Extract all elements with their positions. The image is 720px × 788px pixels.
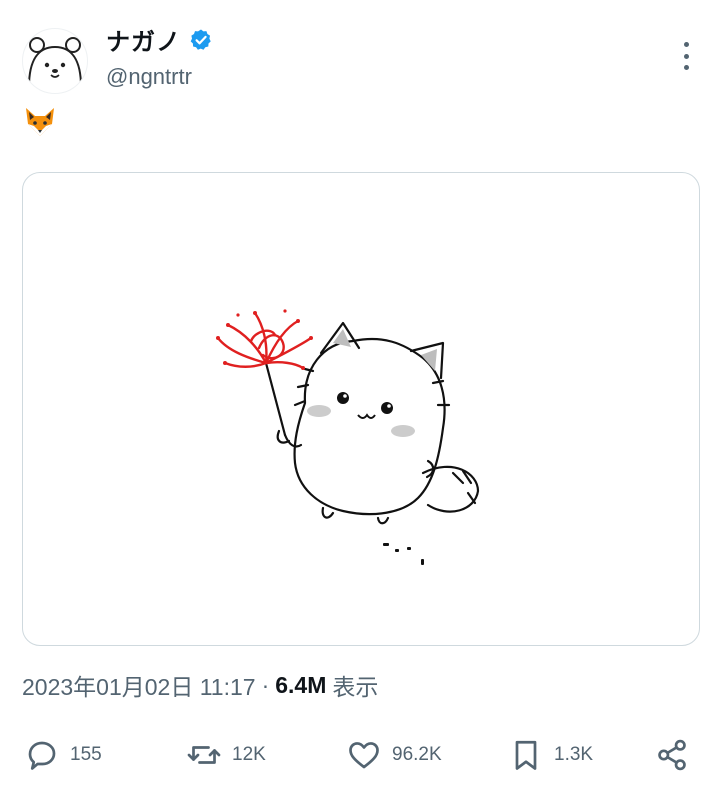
fox-holding-flower-illustration-icon [216, 309, 480, 565]
reply-button[interactable]: 155 [24, 732, 102, 778]
bookmark-button[interactable]: 1.3K [508, 732, 593, 778]
heart-icon [349, 742, 379, 769]
more-options-icon[interactable] [674, 42, 698, 70]
share-icon [658, 739, 686, 771]
author-display-name[interactable]: ナガノ [106, 22, 181, 57]
author-name-row: ナガノ [106, 22, 213, 57]
bookmark-icon [515, 740, 537, 770]
like-count: 96.2K [392, 744, 442, 765]
reply-count: 155 [70, 744, 102, 765]
meta-separator: · [261, 671, 270, 698]
fox-emoji-icon [26, 108, 54, 136]
verified-badge-icon[interactable] [189, 28, 213, 52]
share-button[interactable] [654, 732, 690, 778]
retweet-button[interactable]: 12K [186, 732, 266, 778]
tweet-timestamp[interactable]: 2023年01月02日 11:17 [22, 668, 256, 702]
retweet-count: 12K [232, 744, 266, 765]
views-count: 6.4M [275, 671, 327, 698]
tweet-actions: 155 12K 96.2K 1.3K [22, 732, 698, 778]
views-label: 表示 [332, 674, 379, 700]
tweet-media[interactable] [22, 172, 700, 646]
retweet-icon [187, 746, 221, 764]
tweet-meta: 2023年01月02日 11:17 · 6.4M 表示 [22, 668, 378, 702]
like-button[interactable]: 96.2K [346, 732, 442, 778]
white-bear-avatar-icon [28, 37, 82, 88]
author-avatar[interactable] [22, 28, 88, 94]
bookmark-count: 1.3K [554, 744, 594, 765]
author-handle[interactable]: @ngntrtr [106, 64, 192, 90]
reply-icon [28, 741, 56, 770]
tweet-text [22, 104, 58, 151]
